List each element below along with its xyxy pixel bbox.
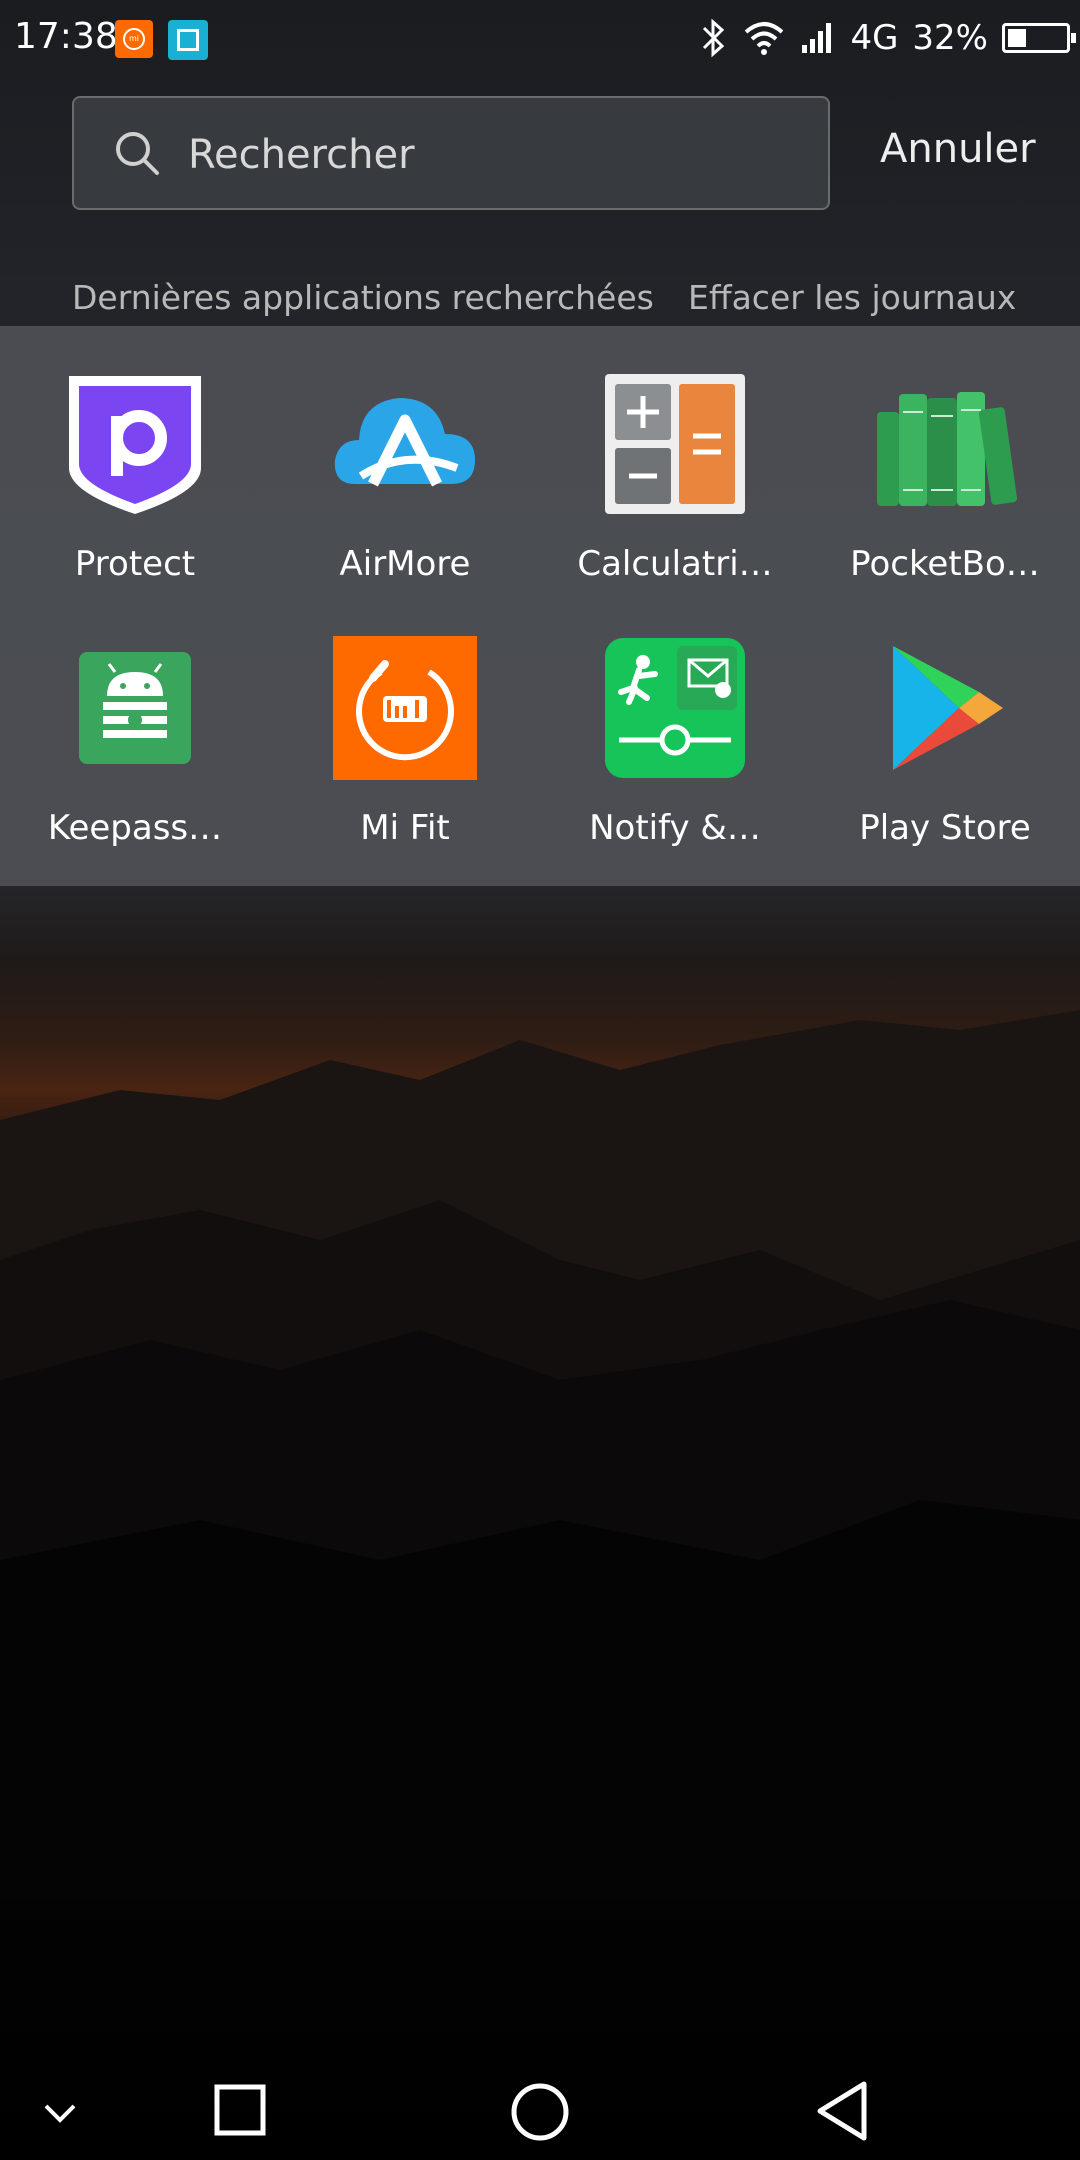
status-indicators: 4G 32% xyxy=(698,14,1076,62)
app-label: AirMore xyxy=(339,544,471,584)
app-calculator[interactable]: Calculatri… xyxy=(540,326,810,590)
app-keepass[interactable]: Keepass… xyxy=(0,590,270,854)
notify-icon xyxy=(605,638,745,778)
keepass-icon xyxy=(79,652,191,764)
wallpaper-mountains xyxy=(0,1010,1080,1900)
airmore-icon xyxy=(334,398,475,487)
home-circle-icon[interactable] xyxy=(510,2082,570,2142)
wifi-icon xyxy=(745,22,784,55)
app-label: Calculatri… xyxy=(577,544,773,584)
app-label: Play Store xyxy=(859,808,1031,848)
app-mi-fit[interactable]: Mi Fit xyxy=(270,590,540,854)
mi-notification-icon: mi xyxy=(115,20,153,58)
status-time: 17:38 xyxy=(14,16,118,57)
chevron-down-icon[interactable] xyxy=(40,2100,80,2126)
battery-icon xyxy=(1002,23,1076,53)
app-label: Protect xyxy=(74,544,196,584)
play-store-icon xyxy=(893,646,1003,770)
signal-icon xyxy=(802,23,832,53)
bluetooth-icon xyxy=(703,18,725,58)
recent-apps-grid: Protect AirMore Calculatri… PocketBo… Ke… xyxy=(0,326,1080,886)
clear-logs-button[interactable]: Effacer les journaux xyxy=(688,278,1016,317)
battery-percent: 32% xyxy=(912,18,988,58)
search-input[interactable] xyxy=(186,126,810,184)
app-airmore[interactable]: AirMore xyxy=(270,326,540,590)
status-bar: 17:38 mi 4G 32% xyxy=(0,0,1080,76)
navigation-bar xyxy=(0,2040,1080,2160)
search-box[interactable] xyxy=(72,96,830,210)
cancel-button[interactable]: Annuler xyxy=(880,126,1036,172)
protect-icon xyxy=(69,376,201,514)
calculator-icon xyxy=(605,374,745,514)
app-protect[interactable]: Protect xyxy=(0,326,270,590)
back-triangle-icon[interactable] xyxy=(814,2080,870,2142)
scanner-notification-icon xyxy=(168,20,208,60)
app-label: PocketBo… xyxy=(850,544,1040,584)
app-pocketbook[interactable]: PocketBo… xyxy=(810,326,1080,590)
app-label: Notify &… xyxy=(589,808,761,848)
app-label: Keepass… xyxy=(47,808,223,848)
recents-square-icon[interactable] xyxy=(214,2084,266,2136)
search-icon xyxy=(116,132,159,175)
app-label: Mi Fit xyxy=(360,808,450,848)
app-play-store[interactable]: Play Store xyxy=(810,590,1080,854)
recent-apps-title: Dernières applications recherchées xyxy=(72,278,654,317)
network-type: 4G xyxy=(850,18,899,58)
app-notify[interactable]: Notify &… xyxy=(540,590,810,854)
mi-fit-icon xyxy=(333,636,477,780)
pocketbook-icon xyxy=(877,392,1017,506)
